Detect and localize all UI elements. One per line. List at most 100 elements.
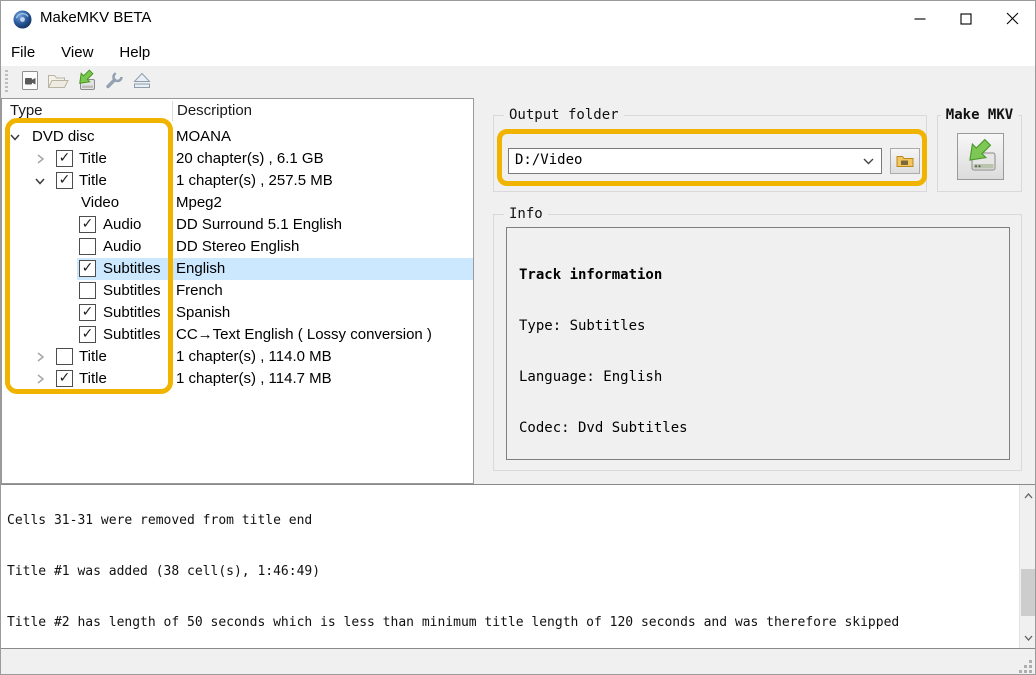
tree-row-title2[interactable]: Title 1 chapter(s) , 257.5 MB	[2, 170, 473, 192]
tree-row-title3[interactable]: Title 1 chapter(s) , 114.0 MB	[2, 346, 473, 368]
row-type: Video	[81, 194, 120, 211]
checkbox[interactable]	[79, 238, 96, 255]
tree-row-title1[interactable]: Title 20 chapter(s) , 6.1 GB	[2, 148, 473, 170]
row-type: Title	[79, 370, 107, 387]
row-description: DD Surround 5.1 English	[176, 216, 342, 233]
log-panel[interactable]: Cells 31-31 were removed from title end …	[1, 484, 1035, 649]
checkbox[interactable]	[79, 304, 96, 321]
track-info-box: Track information Type: Subtitles Langua…	[506, 227, 1010, 460]
row-description: 1 chapter(s) , 114.7 MB	[176, 370, 332, 387]
row-type: Title	[79, 348, 107, 365]
scroll-up-button[interactable]	[1020, 487, 1035, 504]
checkbox[interactable]	[56, 370, 73, 387]
row-type: Title	[79, 150, 107, 167]
titles-tree-panel: Type Description DVD disc MOANA Title 20…	[1, 98, 474, 484]
chevron-down-icon	[1024, 635, 1033, 641]
window-title: MakeMKV BETA	[40, 9, 152, 26]
tree-row-video[interactable]: Video Mpeg2	[2, 192, 473, 214]
track-info-language: Language: English	[519, 369, 663, 385]
make-mkv-icon	[968, 138, 995, 170]
make-mkv-button[interactable]	[957, 133, 1004, 180]
column-divider[interactable]	[172, 101, 173, 121]
track-info-heading: Track information	[519, 267, 663, 283]
browse-folder-button[interactable]	[890, 148, 920, 174]
row-type: Audio	[103, 238, 142, 255]
row-type: DVD disc	[32, 128, 95, 145]
maximize-button[interactable]	[943, 1, 989, 36]
open-disc-folder-button[interactable]	[44, 68, 72, 95]
minimize-button[interactable]	[897, 1, 943, 36]
tree-row-subtitles-spanish[interactable]: Subtitles Spanish	[2, 302, 473, 324]
open-video-file-button[interactable]	[16, 68, 44, 95]
toolbar-gripper[interactable]	[5, 70, 8, 92]
checkbox[interactable]	[56, 150, 73, 167]
log-scrollbar[interactable]	[1019, 485, 1035, 648]
maximize-icon	[960, 12, 972, 25]
checkbox[interactable]	[79, 260, 96, 277]
tree-row-subtitles-english-selected[interactable]: Subtitles English	[2, 258, 473, 280]
row-type: Subtitles	[103, 260, 161, 277]
output-folder-label: Output folder	[504, 107, 624, 123]
column-header-type[interactable]: Type	[10, 102, 43, 119]
row-type: Subtitles	[103, 304, 161, 321]
row-description: CC→Text English ( Lossy conversion )	[176, 326, 432, 343]
log-line: Title #1 was added (38 cell(s), 1:46:49)	[7, 564, 321, 579]
checkbox[interactable]	[56, 348, 73, 365]
folder-icon	[896, 156, 914, 167]
menu-file[interactable]: File	[1, 40, 47, 65]
row-description: French	[176, 282, 223, 299]
chevron-up-icon	[1024, 492, 1033, 498]
scrollbar-thumb[interactable]	[1021, 569, 1035, 616]
checkbox[interactable]	[79, 282, 96, 299]
close-button[interactable]	[989, 1, 1035, 36]
track-info-type: Type: Subtitles	[519, 318, 646, 334]
column-header-description[interactable]: Description	[177, 102, 252, 119]
log-lines: Cells 31-31 were removed from title end …	[7, 485, 1017, 648]
resize-grip[interactable]	[1019, 660, 1032, 673]
close-icon	[1006, 12, 1018, 25]
menu-view[interactable]: View	[49, 40, 105, 65]
row-description: Spanish	[176, 304, 231, 321]
expander-expanded-icon[interactable]	[8, 130, 22, 144]
checkbox[interactable]	[79, 216, 96, 233]
log-line: Title #2 has length of 50 seconds which …	[7, 615, 900, 630]
menu-bar: File View Help	[1, 38, 1035, 66]
tree-row-dvd-disc[interactable]: DVD disc MOANA	[2, 126, 473, 148]
tree-row-audio1[interactable]: Audio DD Surround 5.1 English	[2, 214, 473, 236]
status-bar	[1, 649, 1035, 674]
settings-button[interactable]	[100, 68, 128, 95]
tree-row-subtitles-french[interactable]: Subtitles French	[2, 280, 473, 302]
wrench-icon	[106, 71, 123, 89]
output-folder-value: D:/Video	[515, 152, 583, 168]
row-type: Audio	[103, 216, 142, 233]
eject-button[interactable]	[128, 68, 156, 95]
open-folder-icon	[47, 75, 69, 88]
expander-collapsed-icon[interactable]	[33, 152, 47, 166]
expander-collapsed-icon[interactable]	[33, 350, 47, 364]
checkbox[interactable]	[56, 172, 73, 189]
row-description: DD Stereo English	[176, 238, 300, 255]
log-line: Cells 31-31 were removed from title end	[7, 513, 313, 528]
tree-header: Type Description	[2, 99, 473, 123]
expander-expanded-icon[interactable]	[33, 174, 47, 188]
output-folder-combobox[interactable]: D:/Video	[508, 148, 882, 174]
makemkv-window: MakeMKV BETA File View Help Type Descrip…	[0, 0, 1036, 675]
menu-help[interactable]: Help	[107, 40, 162, 65]
eject-icon	[133, 72, 151, 88]
row-description: 1 chapter(s) , 114.0 MB	[176, 348, 332, 365]
tree-row-subtitles-cc[interactable]: Subtitles CC→Text English ( Lossy conver…	[2, 324, 473, 346]
title-bar[interactable]: MakeMKV BETA	[1, 1, 1035, 38]
save-mkv-icon	[79, 69, 95, 90]
save-to-mkv-button[interactable]	[72, 68, 100, 95]
row-type: Subtitles	[103, 326, 161, 343]
chevron-down-icon[interactable]	[863, 158, 874, 165]
checkbox[interactable]	[79, 326, 96, 343]
app-logo-icon	[13, 10, 32, 29]
row-description: MOANA	[176, 128, 232, 145]
tree-row-title4[interactable]: Title 1 chapter(s) , 114.7 MB	[2, 368, 473, 390]
row-description: Mpeg2	[176, 194, 222, 211]
tree-row-audio2[interactable]: Audio DD Stereo English	[2, 236, 473, 258]
scroll-down-button[interactable]	[1020, 629, 1035, 646]
expander-collapsed-icon[interactable]	[33, 372, 47, 386]
toolbar	[1, 66, 1035, 96]
